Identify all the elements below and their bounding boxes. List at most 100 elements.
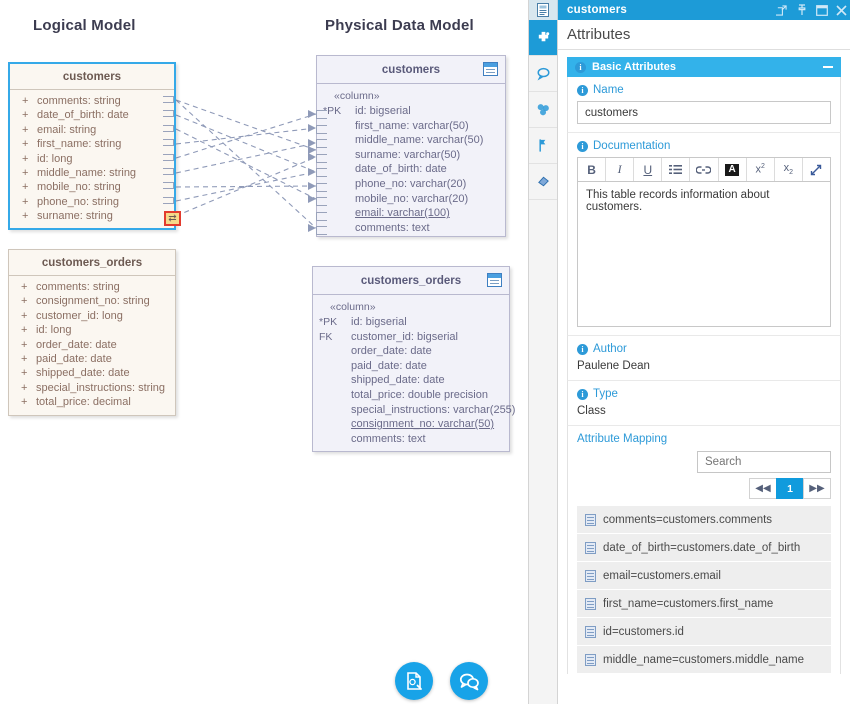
column-row[interactable]: comments: text: [313, 432, 509, 447]
column-row[interactable]: *PK id: bigserial: [317, 104, 505, 119]
rail-attributes[interactable]: [529, 20, 557, 56]
column-row[interactable]: *PK id: bigserial: [313, 315, 509, 330]
attribute-row[interactable]: + first_name: string: [10, 137, 174, 151]
list-icon[interactable]: [662, 158, 691, 181]
logical-table-customers-orders-attributes: + comments: string + consignment_no: strin…: [9, 276, 175, 415]
link-icon[interactable]: [690, 158, 719, 181]
column-row[interactable]: FK customer_id: bigserial: [313, 330, 509, 345]
visibility-marker: +: [21, 381, 28, 394]
bold-button[interactable]: B: [578, 158, 607, 181]
panel-titlebar-actions: [775, 0, 848, 20]
rail-tags[interactable]: [529, 128, 557, 164]
list-item[interactable]: email=customers.email: [577, 562, 831, 590]
logical-table-customers-orders[interactable]: customers_orders + comments: string + cons…: [8, 249, 176, 416]
underline-button[interactable]: U: [634, 158, 663, 181]
rail-relations[interactable]: [529, 92, 557, 128]
column-row[interactable]: comments: text: [317, 221, 505, 236]
logical-table-customers-orders-header: customers_orders: [9, 250, 175, 276]
font-color-icon[interactable]: A: [719, 158, 747, 181]
column-row[interactable]: date_of_birth: date: [317, 162, 505, 177]
list-item[interactable]: id=customers.id: [577, 618, 831, 646]
list-item[interactable]: comments=customers.comments: [577, 506, 831, 534]
connector-stub: [316, 110, 327, 119]
pager-last-button[interactable]: ▶▶: [803, 478, 831, 499]
attribute-row[interactable]: + date_of_birth: date: [10, 108, 174, 122]
expand-icon[interactable]: [803, 158, 830, 181]
attribute-row[interactable]: + comments: string: [10, 94, 174, 108]
column-row[interactable]: paid_date: date: [313, 359, 509, 374]
mapping-anchor-marker[interactable]: ⇄: [164, 211, 181, 226]
type-value: Class: [577, 405, 606, 417]
attribute-row[interactable]: + comments: string: [9, 280, 175, 294]
column-row[interactable]: surname: varchar(50): [317, 148, 505, 163]
logical-table-customers[interactable]: customers + comments: string + date_of_bir…: [8, 62, 176, 230]
attribute-mapping-search-input[interactable]: [697, 451, 831, 473]
info-icon: i: [577, 343, 588, 355]
subscript-icon[interactable]: x2: [775, 158, 803, 181]
superscript-icon[interactable]: x2: [747, 158, 775, 181]
attribute-row[interactable]: + mobile_no: string: [10, 180, 174, 194]
attribute-row[interactable]: + shipped_date: date: [9, 366, 175, 380]
attribute-row[interactable]: + email: string: [10, 123, 174, 137]
collapse-icon[interactable]: [823, 66, 833, 68]
connector-stub: [163, 154, 174, 161]
column-row[interactable]: mobile_no: varchar(20): [317, 192, 505, 207]
column-row[interactable]: special_instructions: varchar(255): [313, 403, 515, 418]
pager-first-button[interactable]: ◀◀: [749, 478, 777, 499]
column-label: phone_no: varchar(20): [355, 177, 467, 190]
column-row[interactable]: total_price: double precision: [313, 388, 509, 403]
column-row[interactable]: order_date: date: [313, 344, 509, 359]
column-label: comments: text: [355, 221, 430, 234]
attribute-row[interactable]: + paid_date: date: [9, 352, 175, 366]
diagram-canvas[interactable]: Logical Model Physical Data Model custom…: [0, 0, 528, 704]
physical-table-customers[interactable]: customers «column» *PK id: bigserial firs…: [316, 55, 506, 237]
fab-document-edit[interactable]: [395, 662, 433, 700]
pin-button[interactable]: [795, 4, 808, 17]
list-item[interactable]: middle_name=customers.middle_name: [577, 646, 831, 674]
column-label: mobile_no: varchar(20): [355, 192, 469, 205]
column-row[interactable]: consignment_no: varchar(50): [313, 417, 509, 432]
note-icon[interactable]: [487, 273, 502, 287]
attribute-row[interactable]: + middle_name: string: [10, 166, 174, 180]
column-row[interactable]: shipped_date: date: [313, 373, 509, 388]
column-row[interactable]: first_name: varchar(50): [317, 119, 505, 134]
rail-resources[interactable]: [529, 164, 557, 200]
panel-content-scroll[interactable]: i Basic Attributes i Name i: [558, 50, 850, 704]
attribute-label: id: long: [37, 152, 73, 165]
column-row[interactable]: middle_name: varchar(50): [317, 133, 505, 148]
attribute-label: order_date: date: [36, 338, 117, 351]
connector-stub: [316, 168, 327, 177]
attribute-row[interactable]: + special_instructions: string: [9, 381, 175, 395]
attribute-row[interactable]: + customer_id: long: [9, 309, 175, 323]
name-input[interactable]: [577, 101, 831, 124]
attribute-row[interactable]: + surname: string: [10, 209, 174, 223]
attribute-row[interactable]: + id: long: [10, 152, 174, 166]
field-documentation-label: Documentation: [593, 140, 671, 152]
maximize-button[interactable]: [815, 4, 828, 17]
open-in-window-button[interactable]: [775, 4, 788, 17]
physical-table-customers-orders[interactable]: customers_orders «column» *PK id: bigseri…: [312, 266, 515, 452]
attribute-label: date_of_birth: date: [37, 109, 129, 122]
fab-comments[interactable]: [450, 662, 488, 700]
documentation-textarea[interactable]: This table records information about cus…: [577, 181, 831, 327]
italic-button[interactable]: I: [606, 158, 635, 181]
rail-discussion[interactable]: [529, 56, 557, 92]
close-button[interactable]: [835, 4, 848, 17]
list-item[interactable]: date_of_birth=customers.date_of_birth: [577, 534, 831, 562]
attribute-row[interactable]: + total_price: decimal: [9, 395, 175, 409]
key-marker: FK: [319, 330, 333, 343]
attribute-row[interactable]: + consignment_no: string: [9, 294, 175, 308]
column-row[interactable]: email: varchar(100): [317, 206, 505, 221]
list-item[interactable]: first_name=customers.first_name: [577, 590, 831, 618]
attribute-mapping-label[interactable]: Attribute Mapping: [577, 433, 831, 445]
attribute-label: special_instructions: string: [36, 381, 166, 394]
section-basic-attributes-header[interactable]: i Basic Attributes: [567, 57, 841, 77]
info-icon: i: [575, 61, 586, 73]
note-icon[interactable]: [483, 62, 498, 76]
field-type: i Type Class: [567, 381, 841, 426]
attribute-row[interactable]: + id: long: [9, 323, 175, 337]
attribute-row[interactable]: + phone_no: string: [10, 195, 174, 209]
pager-page-1[interactable]: 1: [776, 478, 804, 499]
attribute-row[interactable]: + order_date: date: [9, 338, 175, 352]
column-row[interactable]: phone_no: varchar(20): [317, 177, 505, 192]
